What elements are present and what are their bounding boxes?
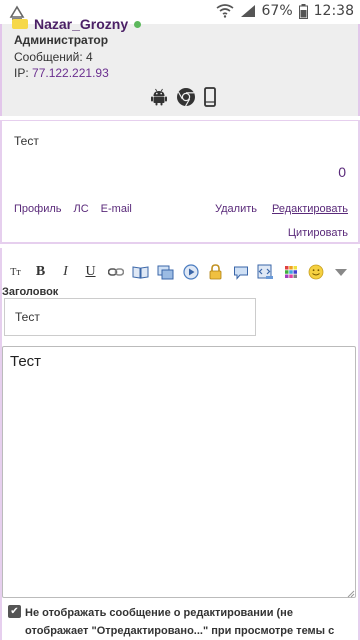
post-actions: Удалить Редактировать [215, 203, 348, 215]
signal-icon [240, 4, 256, 18]
smiley-icon[interactable] [306, 264, 325, 280]
italic-button[interactable]: I [56, 264, 75, 280]
edit-form: Tт B I U Заголовок Тест Тест ✔ Не отобра… [0, 248, 360, 640]
ip-address[interactable]: 77.122.221.93 [32, 66, 109, 80]
text-size-button[interactable]: Tт [6, 264, 25, 280]
chevron-down-icon[interactable] [331, 264, 350, 280]
hide-edit-note-label: Не отображать сообщение о редактировании… [25, 607, 335, 637]
post-text: Тест [14, 134, 39, 148]
code-icon[interactable] [256, 264, 275, 280]
author-panel: Nazar_Grozny Администратор Сообщений: 4 … [0, 16, 360, 116]
message-body-textarea[interactable]: Тест [2, 346, 356, 598]
book-icon[interactable] [131, 264, 150, 280]
title-input[interactable] [4, 298, 256, 336]
comment-icon[interactable] [231, 264, 250, 280]
author-name[interactable]: Nazar_Grozny [34, 16, 128, 32]
formatting-toolbar: Tт B I U [6, 264, 350, 280]
post-card: Тест 0 Профиль ЛС E-mail Удалить Редакти… [0, 120, 360, 244]
color-palette-icon[interactable] [281, 264, 300, 280]
private-message-link[interactable]: ЛС [74, 203, 89, 215]
battery-percent: 67% [261, 3, 293, 19]
online-status-icon [134, 20, 142, 28]
edit-link[interactable]: Редактировать [272, 203, 348, 215]
author-name-row[interactable]: Nazar_Grozny [12, 16, 142, 32]
android-icon [150, 88, 168, 111]
author-links: Профиль ЛС E-mail [14, 203, 132, 215]
battery-icon [298, 3, 308, 19]
profile-link[interactable]: Профиль [14, 203, 62, 215]
chrome-icon [176, 87, 196, 112]
hide-edit-note-option[interactable]: ✔ Не отображать сообщение о редактирован… [8, 604, 356, 640]
author-role: Администратор [14, 33, 109, 47]
wifi-icon [216, 4, 234, 18]
ip-label: IP: [14, 66, 29, 80]
image-icon[interactable] [156, 264, 175, 280]
clock: 12:38 [313, 3, 354, 19]
email-link[interactable]: E-mail [101, 203, 132, 215]
bold-button[interactable]: B [31, 264, 50, 280]
resize-handle-icon[interactable] [347, 590, 355, 598]
underline-button[interactable]: U [81, 264, 100, 280]
platform-icons [150, 87, 216, 112]
author-ip: IP: 77.122.221.93 [14, 66, 109, 80]
delete-link[interactable]: Удалить [215, 203, 257, 215]
link-icon[interactable] [106, 264, 125, 280]
user-badge-icon [12, 19, 28, 29]
lock-icon[interactable] [206, 264, 225, 280]
quote-link[interactable]: Цитировать [288, 227, 348, 239]
hide-edit-note-checkbox[interactable]: ✔ [8, 605, 21, 618]
phone-icon [204, 87, 216, 112]
video-play-icon[interactable] [181, 264, 200, 280]
title-label: Заголовок [2, 286, 59, 298]
author-message-count: Сообщений: 4 [14, 50, 93, 64]
post-rating[interactable]: 0 [338, 164, 346, 180]
